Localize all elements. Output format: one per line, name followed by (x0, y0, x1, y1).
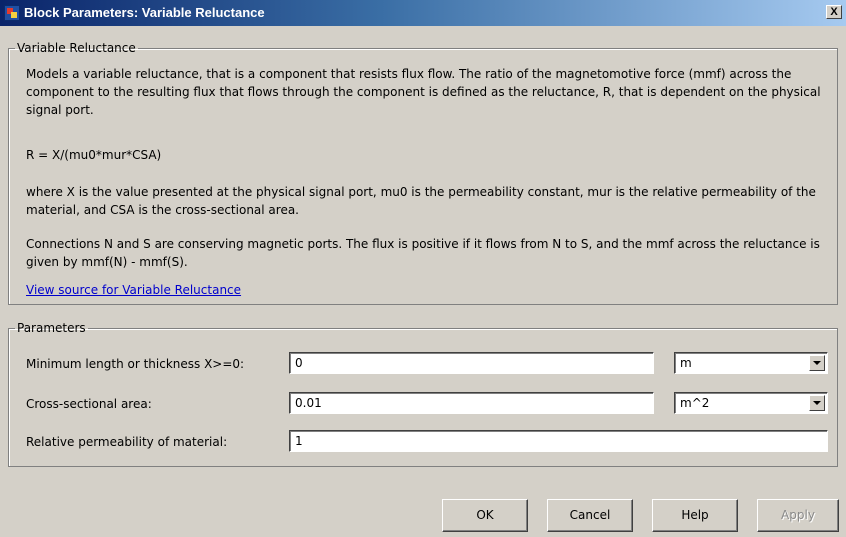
cross-section-label: Cross-sectional area: (26, 397, 152, 411)
equation-text: R = X/(mu0*mur*CSA) (26, 148, 162, 162)
cross-section-input[interactable]: 0.01 (289, 392, 654, 414)
close-icon[interactable]: X (826, 5, 842, 19)
simulink-block-icon (4, 5, 20, 21)
min-length-input[interactable]: 0 (289, 352, 654, 374)
window-title: Block Parameters: Variable Reluctance (24, 5, 265, 20)
block-parameters-dialog: Block Parameters: Variable Reluctance X … (0, 0, 846, 537)
parameters-group-legend: Parameters (17, 321, 86, 335)
relative-permeability-input[interactable]: 1 (289, 430, 828, 452)
cancel-button[interactable]: Cancel (547, 499, 633, 532)
relative-permeability-label: Relative permeability of material: (26, 435, 228, 449)
description-paragraph-1: Models a variable reluctance, that is a … (26, 67, 821, 117)
min-length-unit-value: m (680, 356, 692, 370)
title-bar[interactable]: Block Parameters: Variable Reluctance X (0, 0, 846, 26)
description-paragraph-2: where X is the value presented at the ph… (26, 185, 816, 217)
min-length-unit-select[interactable]: m (674, 352, 828, 374)
min-length-label: Minimum length or thickness X>=0: (26, 357, 245, 371)
chevron-down-icon[interactable] (809, 355, 825, 371)
description-paragraph-3: Connections N and S are conserving magne… (26, 237, 820, 269)
description-group-legend: Variable Reluctance (17, 41, 136, 55)
help-button[interactable]: Help (652, 499, 738, 532)
ok-button[interactable]: OK (442, 499, 528, 532)
apply-button[interactable]: Apply (757, 499, 839, 532)
chevron-down-icon[interactable] (809, 395, 825, 411)
cross-section-unit-value: m^2 (680, 396, 710, 410)
view-source-link[interactable]: View source for Variable Reluctance (26, 281, 241, 299)
cross-section-unit-select[interactable]: m^2 (674, 392, 828, 414)
